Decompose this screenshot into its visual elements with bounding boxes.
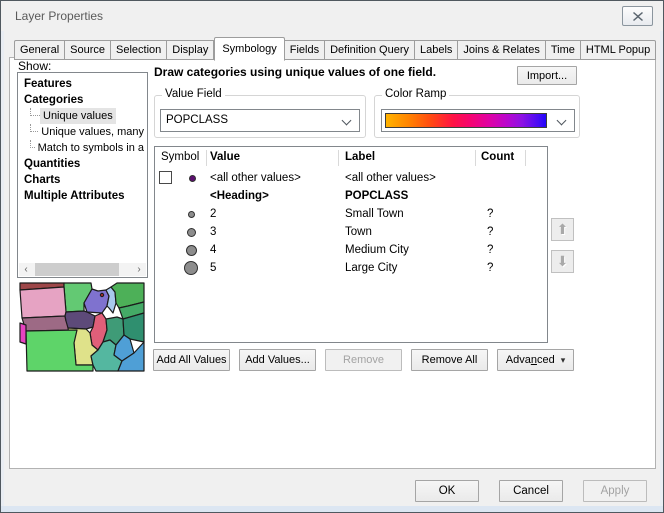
remove-button: Remove <box>325 349 402 371</box>
column-divider <box>338 150 339 166</box>
symbol-cell <box>155 187 206 205</box>
close-button[interactable] <box>622 6 653 26</box>
tab-time[interactable]: Time <box>546 40 581 60</box>
tree-connector <box>30 108 40 116</box>
table-header: Symbol Value Label Count <box>155 147 547 169</box>
tab-labels[interactable]: Labels <box>415 40 458 60</box>
symbol-cell <box>155 259 206 277</box>
window-edge <box>1 506 663 512</box>
show-item-unique-values[interactable]: Unique values <box>18 108 147 124</box>
column-header-value[interactable]: Value <box>210 151 240 163</box>
point-symbol-icon[interactable] <box>188 211 195 218</box>
apply-button: Apply <box>583 480 647 502</box>
window-edge <box>660 1 663 512</box>
color-ramp-label: Color Ramp <box>382 88 449 100</box>
title-bar: Layer Properties <box>1 1 663 31</box>
table-row[interactable]: 4 Medium City ? <box>155 241 547 259</box>
table-row[interactable]: 2 Small Town ? <box>155 205 547 223</box>
color-ramp-group: Color Ramp <box>374 95 580 138</box>
point-symbol-icon[interactable] <box>186 245 197 256</box>
column-divider <box>525 150 526 166</box>
show-item-multiple-attributes[interactable]: Multiple Attributes <box>18 188 147 204</box>
dropdown-caret-icon: ▾ <box>561 355 566 366</box>
map-dot <box>100 293 103 296</box>
value-field-label: Value Field <box>162 88 225 100</box>
value-field-group: Value Field POPCLASS <box>154 95 366 138</box>
point-symbol-icon[interactable] <box>187 228 196 237</box>
scrollbar-track[interactable] <box>33 263 132 276</box>
column-header-symbol[interactable]: Symbol <box>161 151 199 163</box>
close-icon <box>633 12 643 21</box>
move-down-button[interactable]: ⬇ <box>551 250 574 273</box>
show-tree-hscrollbar[interactable]: ‹ › <box>19 263 146 276</box>
tab-joins-relates[interactable]: Joins & Relates <box>458 40 545 60</box>
column-divider <box>475 150 476 166</box>
tab-symbology[interactable]: Symbology <box>214 37 284 61</box>
value-field-value: POPCLASS <box>166 110 228 131</box>
column-header-label[interactable]: Label <box>345 151 375 163</box>
arrow-down-icon: ⬇ <box>557 253 569 270</box>
scroll-right-icon[interactable]: › <box>132 263 146 276</box>
tab-definition-query[interactable]: Definition Query <box>325 40 415 60</box>
map-preview <box>18 282 145 372</box>
chevron-down-icon <box>342 116 352 126</box>
table-row-heading[interactable]: <Heading> POPCLASS <box>155 187 547 205</box>
cancel-button[interactable]: Cancel <box>499 480 563 502</box>
table-row[interactable]: 5 Large City ? <box>155 259 547 277</box>
symbol-cell <box>155 223 206 241</box>
tab-selection[interactable]: Selection <box>111 40 167 60</box>
show-item-features[interactable]: Features <box>18 76 147 92</box>
tab-html-popup[interactable]: HTML Popup <box>581 40 656 60</box>
show-item-categories[interactable]: Categories <box>18 92 147 108</box>
symbol-cell <box>155 205 206 223</box>
show-item-quantities[interactable]: Quantities <box>18 156 147 172</box>
show-label: Show: <box>18 59 51 73</box>
symbol-cell <box>155 241 206 259</box>
show-item-unique-values-many[interactable]: Unique values, many <box>18 124 147 140</box>
tab-display[interactable]: Display <box>167 40 214 60</box>
add-all-values-button[interactable]: Add All Values <box>153 349 230 371</box>
all-other-values-checkbox[interactable] <box>159 171 172 184</box>
color-ramp-swatch <box>385 113 547 128</box>
import-button[interactable]: Import... <box>517 66 577 85</box>
window-title: Layer Properties <box>15 1 103 31</box>
scrollbar-thumb[interactable] <box>35 263 119 276</box>
show-item-charts[interactable]: Charts <box>18 172 147 188</box>
color-ramp-dropdown[interactable] <box>381 109 575 132</box>
show-item-match-to-symbols[interactable]: Match to symbols in a <box>18 140 147 156</box>
column-divider <box>206 150 207 166</box>
window-edge <box>1 1 4 512</box>
table-row[interactable]: 3 Town ? <box>155 223 547 241</box>
state-shape <box>20 323 26 344</box>
layer-properties-dialog: Layer Properties General Source Selectio… <box>0 0 664 513</box>
tab-general[interactable]: General <box>14 40 65 60</box>
remove-all-button[interactable]: Remove All <box>411 349 488 371</box>
tab-source[interactable]: Source <box>65 40 111 60</box>
column-header-count[interactable]: Count <box>481 151 514 163</box>
method-description: Draw categories using unique values of o… <box>154 65 436 79</box>
symbol-cell <box>155 169 206 187</box>
tab-fields[interactable]: Fields <box>285 40 325 60</box>
state-shape <box>20 287 66 318</box>
chevron-down-icon <box>557 116 567 126</box>
point-symbol-icon[interactable] <box>184 261 198 275</box>
add-values-button[interactable]: Add Values... <box>239 349 316 371</box>
scroll-left-icon[interactable]: ‹ <box>19 263 33 276</box>
show-tree: Features Categories Unique values Unique… <box>17 72 148 278</box>
point-symbol-icon[interactable] <box>189 175 196 182</box>
tab-strip: General Source Selection Display Symbolo… <box>14 37 656 60</box>
symbology-tab-page: Show: Features Categories Unique values … <box>9 57 656 469</box>
arrow-up-icon: ⬆ <box>557 221 569 238</box>
unique-values-table: Symbol Value Label Count <all other valu… <box>154 146 548 343</box>
table-row[interactable]: <all other values> <all other values> <box>155 169 547 187</box>
move-up-button[interactable]: ⬆ <box>551 218 574 241</box>
advanced-button[interactable]: Advanced ▾ <box>497 349 574 371</box>
value-field-dropdown[interactable]: POPCLASS <box>160 109 360 132</box>
state-shape <box>65 311 95 329</box>
ok-button[interactable]: OK <box>415 480 479 502</box>
action-button-row: Add All Values Add Values... Remove Remo… <box>153 349 574 371</box>
tree-connector <box>30 124 38 132</box>
